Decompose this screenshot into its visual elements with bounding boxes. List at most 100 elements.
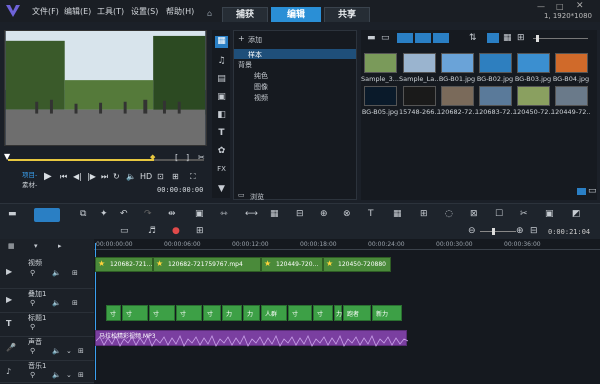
menu-tools[interactable]: 工具(T) bbox=[97, 6, 124, 17]
library-menu-icon[interactable]: ▭ bbox=[588, 186, 597, 196]
graphic-icon[interactable]: ◧ bbox=[215, 110, 228, 120]
thumb-size-slider-handle[interactable] bbox=[536, 35, 539, 42]
text-track-icon[interactable]: T bbox=[368, 209, 374, 219]
title-clip[interactable]: 人群 bbox=[261, 305, 287, 321]
lock-icon[interactable]: ⚲ bbox=[30, 371, 35, 379]
next-frame-icon[interactable]: |▶ bbox=[87, 172, 96, 181]
fullscreen-icon[interactable]: ⛶ bbox=[190, 172, 196, 182]
volume-icon[interactable]: 🔈 bbox=[126, 172, 136, 181]
copy-icon[interactable]: ⧉ bbox=[80, 209, 86, 219]
browse-button[interactable]: 浏览 bbox=[250, 192, 264, 202]
sound-icon[interactable]: ♬ bbox=[148, 226, 156, 236]
lock-icon[interactable]: ⚲ bbox=[30, 323, 35, 331]
record-icon[interactable]: ▣ bbox=[195, 209, 204, 219]
title-icon[interactable]: ▣ bbox=[215, 92, 228, 102]
lock-icon[interactable]: ⚲ bbox=[30, 269, 35, 277]
thumb-2[interactable] bbox=[441, 53, 474, 73]
timeline-ruler[interactable]: 00:00:00:00 00:00:06:00 00:00:12:00 00:0… bbox=[94, 241, 600, 250]
thumb-3[interactable] bbox=[479, 53, 512, 73]
ripple-edit-icon[interactable]: ⊞ bbox=[78, 347, 84, 355]
browse-icon[interactable]: ▭ bbox=[238, 191, 245, 199]
mute-icon[interactable]: 🔈 bbox=[52, 299, 61, 307]
thumb-10[interactable] bbox=[517, 86, 550, 106]
title-clip[interactable]: 寸 bbox=[203, 305, 221, 321]
video-clip[interactable]: ★ 120682-721759767.mp4 bbox=[153, 257, 261, 272]
filter-image-icon[interactable] bbox=[415, 33, 431, 43]
title-clip[interactable]: 力 bbox=[222, 305, 242, 321]
thumb-8[interactable] bbox=[441, 86, 474, 106]
title-clip[interactable]: 寸 bbox=[122, 305, 148, 321]
mute-icon[interactable]: 🔈 bbox=[52, 347, 61, 355]
mark-out-handle[interactable]: ◆ bbox=[150, 153, 155, 161]
mark-in-handle[interactable]: ▼ bbox=[4, 152, 10, 161]
library-option-icon[interactable] bbox=[577, 188, 586, 195]
end-frame-icon[interactable]: ⏭ bbox=[101, 172, 108, 182]
tree-item-video[interactable]: 视频 bbox=[254, 93, 268, 103]
thumb-6[interactable] bbox=[364, 86, 397, 106]
mix-icon[interactable]: ⇿ bbox=[220, 209, 228, 219]
adjust-icon[interactable]: ✂ bbox=[520, 209, 528, 219]
video-clip[interactable]: ★ 120449-720... bbox=[261, 257, 323, 272]
mute-icon[interactable]: 🔈 bbox=[52, 371, 61, 379]
lock-icon[interactable]: ⚲ bbox=[30, 299, 35, 307]
zoom-icon[interactable]: ⊞ bbox=[517, 33, 525, 43]
fit-project-icon[interactable]: ⊟ bbox=[530, 226, 538, 236]
grid-icon[interactable]: ▦ bbox=[393, 209, 402, 219]
filter-video-icon[interactable] bbox=[397, 33, 413, 43]
play-icon[interactable]: ▶ bbox=[44, 171, 52, 182]
ripple-icon[interactable]: ▸ bbox=[58, 242, 62, 250]
undo-icon[interactable]: ↶ bbox=[120, 209, 128, 219]
split-icon[interactable]: ✂ bbox=[198, 153, 205, 162]
folder-open-icon[interactable]: ▭ bbox=[381, 33, 390, 43]
track-manager-icon[interactable]: ▦ bbox=[8, 242, 15, 250]
motion-icon[interactable]: ⟷ bbox=[245, 209, 258, 219]
chain-icon[interactable]: ⊗ bbox=[343, 209, 351, 219]
tab-share[interactable]: 共享 bbox=[324, 7, 370, 22]
subtitle-icon[interactable]: ⊟ bbox=[296, 209, 304, 219]
menu-help[interactable]: 帮助(H) bbox=[166, 6, 194, 17]
mute-icon[interactable]: 🔈 bbox=[52, 269, 61, 277]
prev-frame-icon[interactable]: ◀| bbox=[73, 172, 82, 181]
filter-audio-icon[interactable] bbox=[433, 33, 449, 43]
folder-icon[interactable]: ▬ bbox=[367, 33, 376, 43]
expand-icon[interactable]: ⌄ bbox=[66, 371, 72, 379]
tab-capture[interactable]: 捕获 bbox=[222, 7, 268, 22]
zoom-slider[interactable] bbox=[480, 231, 516, 232]
chapter-icon[interactable]: ▾ bbox=[34, 242, 38, 250]
color-icon[interactable]: ▣ bbox=[545, 209, 554, 219]
storyboard-view-icon[interactable]: ▬ bbox=[8, 209, 17, 219]
title-clip[interactable]: 寸 bbox=[313, 305, 333, 321]
timecode-readout[interactable]: 00:00:00:00 bbox=[157, 186, 203, 194]
title-clip[interactable]: 寸 bbox=[149, 305, 175, 321]
title-clip[interactable]: 新力 bbox=[372, 305, 402, 321]
title-clip[interactable]: 寸 bbox=[106, 305, 121, 321]
auto-music-icon[interactable]: ▭ bbox=[120, 226, 129, 236]
clip-mode-label[interactable]: 素材- bbox=[22, 179, 37, 189]
menu-edit[interactable]: 编辑(E) bbox=[64, 6, 91, 17]
multicam-icon[interactable]: ▦ bbox=[270, 209, 279, 219]
export-icon[interactable]: ◩ bbox=[572, 209, 581, 219]
ripple-edit-icon[interactable]: ⊞ bbox=[72, 269, 78, 277]
tree-item-sample[interactable]: 样本 bbox=[248, 50, 262, 60]
filter-icon[interactable]: ✿ bbox=[215, 146, 228, 156]
zoom-slider-handle[interactable] bbox=[492, 228, 495, 235]
collapse-icon[interactable]: ▼ bbox=[215, 184, 228, 194]
lock-icon[interactable]: ⚲ bbox=[30, 347, 35, 355]
tab-edit[interactable]: 编辑 bbox=[271, 7, 321, 22]
stabilize-icon[interactable]: ⊞ bbox=[420, 209, 428, 219]
media-icon[interactable]: ▦ bbox=[215, 36, 228, 48]
repeat-icon[interactable]: ↻ bbox=[113, 172, 120, 181]
fx-icon[interactable]: FX bbox=[215, 164, 228, 174]
title-clip[interactable]: 寸 bbox=[176, 305, 202, 321]
tree-item-image[interactable]: 图像 bbox=[254, 82, 268, 92]
audio-clip[interactable]: 马拉松精彩视频.MP3 bbox=[95, 330, 408, 347]
cut-icon[interactable]: ⊠ bbox=[470, 209, 478, 219]
ripple-edit-icon[interactable]: ⊞ bbox=[78, 371, 84, 379]
video-clip[interactable]: ★ 120682-721... bbox=[95, 257, 153, 272]
thumb-9[interactable] bbox=[479, 86, 512, 106]
change-size-icon[interactable]: ⊞ bbox=[172, 172, 179, 181]
record-voice-icon[interactable]: ● bbox=[172, 226, 180, 236]
add-button[interactable]: 添加 bbox=[248, 35, 262, 45]
title-clip[interactable]: 跑者 bbox=[343, 305, 371, 321]
maximize-icon[interactable]: □ bbox=[556, 2, 564, 11]
